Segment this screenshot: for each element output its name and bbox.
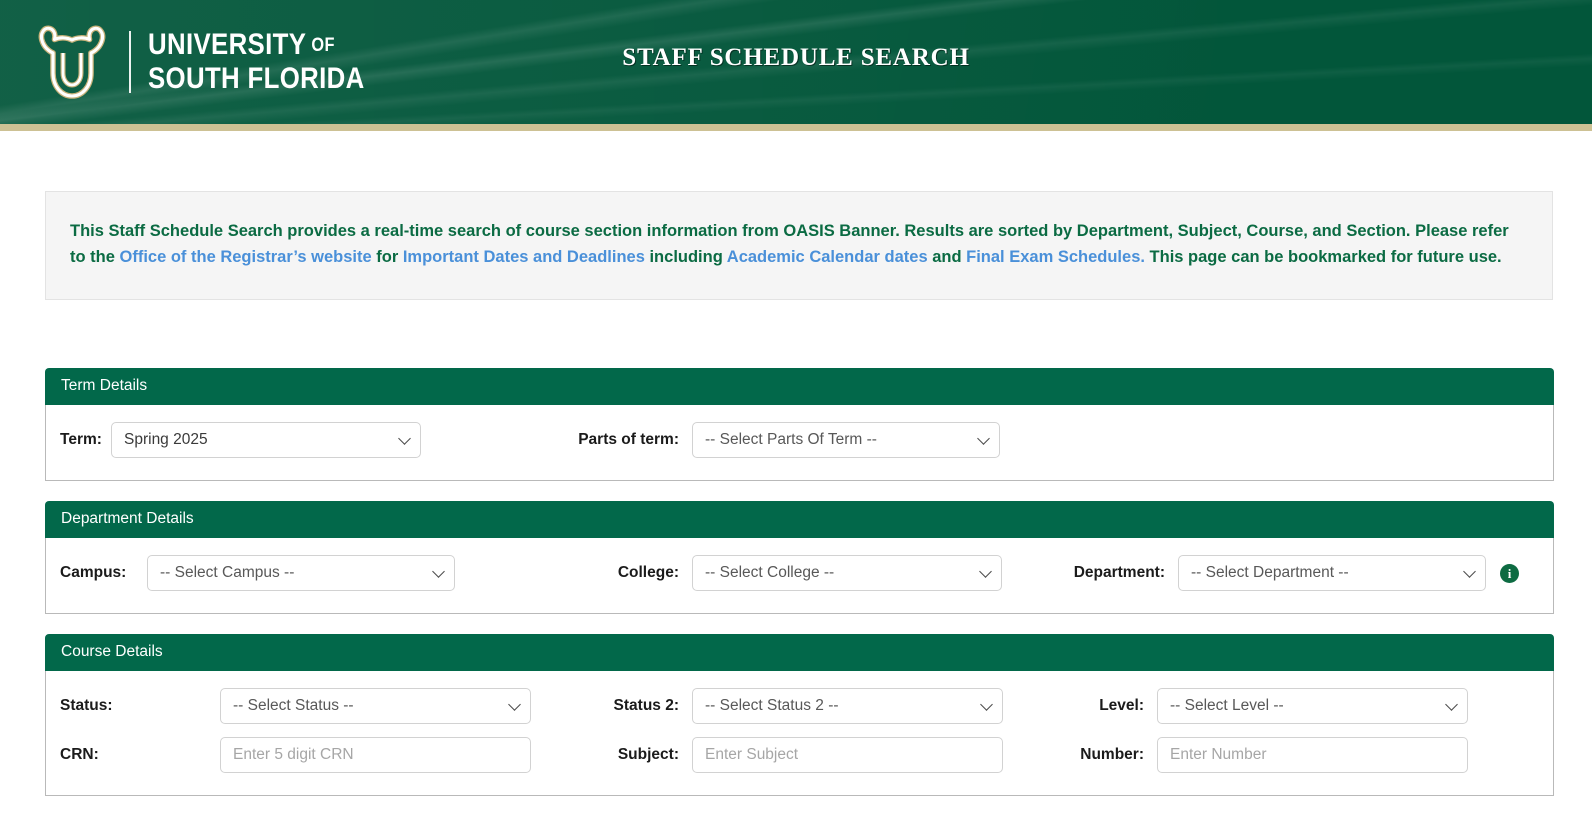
site-header: UNIVERSITY OF SOUTH FLORIDA STAFF SCHEDUL… xyxy=(0,0,1592,124)
chevron-down-icon xyxy=(508,698,521,711)
number-input-placeholder: Enter Number xyxy=(1170,746,1267,764)
academic-calendar-link[interactable]: Academic Calendar dates xyxy=(727,248,928,266)
campus-label: Campus: xyxy=(60,564,127,582)
term-details-row-1: Term: Spring 2025 Parts of term: -- Sele… xyxy=(60,422,1539,459)
status-select-value: -- Select Status -- xyxy=(233,697,354,715)
info-circle-icon[interactable]: i xyxy=(1500,563,1519,583)
status2-select-value: -- Select Status 2 -- xyxy=(705,697,839,715)
subject-field-group: Subject: Enter Subject xyxy=(572,737,1059,774)
department-details-row-1: Campus: -- Select Campus -- College: -- … xyxy=(60,555,1539,592)
final-exam-schedules-link[interactable]: Final Exam Schedules. xyxy=(966,248,1145,266)
status2-label: Status 2: xyxy=(613,697,679,715)
level-label: Level: xyxy=(1099,697,1144,715)
chevron-down-icon xyxy=(1463,565,1476,578)
term-select-value: Spring 2025 xyxy=(124,431,208,449)
important-dates-link[interactable]: Important Dates and Deadlines xyxy=(403,248,645,266)
term-select[interactable]: Spring 2025 xyxy=(111,422,421,459)
subject-input-placeholder: Enter Subject xyxy=(705,746,799,764)
page-body: This Staff Schedule Search provides a re… xyxy=(0,191,1592,797)
campus-field-group: Campus: -- Select Campus -- xyxy=(60,555,572,592)
college-select-value: -- Select College -- xyxy=(705,564,835,582)
info-banner-text-3: including xyxy=(644,247,727,266)
info-banner-text-5: This page can be bookmarked for future u… xyxy=(1144,247,1502,266)
crn-label: CRN: xyxy=(60,746,99,764)
number-input[interactable]: Enter Number xyxy=(1157,737,1468,774)
department-details-heading: Department Details xyxy=(45,501,1554,539)
term-details-section: Term Details Term: Spring 2025 Parts of … xyxy=(0,368,1592,482)
course-details-heading: Course Details xyxy=(45,634,1554,672)
level-select[interactable]: -- Select Level -- xyxy=(1157,688,1468,725)
chevron-down-icon xyxy=(398,432,411,445)
department-details-panel: Campus: -- Select Campus -- College: -- … xyxy=(45,538,1554,615)
page-title: STAFF SCHEDULE SEARCH xyxy=(622,44,970,71)
level-select-value: -- Select Level -- xyxy=(1170,697,1284,715)
status-field-group: Status: -- Select Status -- xyxy=(60,688,572,725)
chevron-down-icon xyxy=(1445,698,1458,711)
chevron-down-icon xyxy=(432,565,445,578)
level-field-group: Level: -- Select Level -- xyxy=(1059,688,1539,725)
department-select-value: -- Select Department -- xyxy=(1191,564,1349,582)
department-select[interactable]: -- Select Department -- xyxy=(1178,555,1486,592)
info-banner: This Staff Schedule Search provides a re… xyxy=(45,191,1553,301)
campus-select[interactable]: -- Select Campus -- xyxy=(147,555,455,592)
number-field-group: Number: Enter Number xyxy=(1059,737,1539,774)
status2-select[interactable]: -- Select Status 2 -- xyxy=(692,688,1003,725)
parts-of-term-field-group: Parts of term: -- Select Parts Of Term -… xyxy=(572,422,1059,459)
crn-field-group: CRN: Enter 5 digit CRN xyxy=(60,737,572,774)
parts-of-term-select-value: -- Select Parts Of Term -- xyxy=(705,431,877,449)
department-field-group: Department: -- Select Department -- i xyxy=(1059,555,1539,592)
info-banner-text-4: and xyxy=(927,247,967,266)
campus-select-value: -- Select Campus -- xyxy=(160,564,295,582)
status2-field-group: Status 2: -- Select Status 2 -- xyxy=(572,688,1059,725)
term-label: Term: xyxy=(60,431,102,449)
college-label: College: xyxy=(617,564,679,582)
subject-label: Subject: xyxy=(617,746,679,764)
chevron-down-icon xyxy=(980,698,993,711)
term-details-panel: Term: Spring 2025 Parts of term: -- Sele… xyxy=(45,405,1554,482)
course-details-row-1: Status: -- Select Status -- Status 2: --… xyxy=(60,688,1539,725)
status-select[interactable]: -- Select Status -- xyxy=(220,688,531,725)
number-label: Number: xyxy=(1080,746,1144,764)
term-field-group: Term: Spring 2025 xyxy=(60,422,572,459)
info-banner-text-2: for xyxy=(371,247,403,266)
subject-input[interactable]: Enter Subject xyxy=(692,737,1003,774)
parts-of-term-select[interactable]: -- Select Parts Of Term -- xyxy=(692,422,1000,459)
status-label: Status: xyxy=(60,697,113,715)
crn-input[interactable]: Enter 5 digit CRN xyxy=(220,737,531,774)
course-details-section: Course Details Status: -- Select Status … xyxy=(0,634,1592,797)
gold-accent-rule xyxy=(0,124,1592,131)
chevron-down-icon xyxy=(979,565,992,578)
college-select[interactable]: -- Select College -- xyxy=(692,555,1002,592)
chevron-down-icon xyxy=(977,432,990,445)
parts-of-term-label: Parts of term: xyxy=(578,431,679,449)
department-details-section: Department Details Campus: -- Select Cam… xyxy=(0,501,1592,615)
college-field-group: College: -- Select College -- xyxy=(572,555,1059,592)
registrar-website-link[interactable]: Office of the Registrar’s website xyxy=(120,248,372,266)
course-details-panel: Status: -- Select Status -- Status 2: --… xyxy=(45,671,1554,797)
term-details-heading: Term Details xyxy=(45,368,1554,406)
course-details-row-2: CRN: Enter 5 digit CRN Subject: Enter Su… xyxy=(60,737,1539,774)
department-label: Department: xyxy=(1073,564,1165,582)
crn-input-placeholder: Enter 5 digit CRN xyxy=(233,746,354,764)
